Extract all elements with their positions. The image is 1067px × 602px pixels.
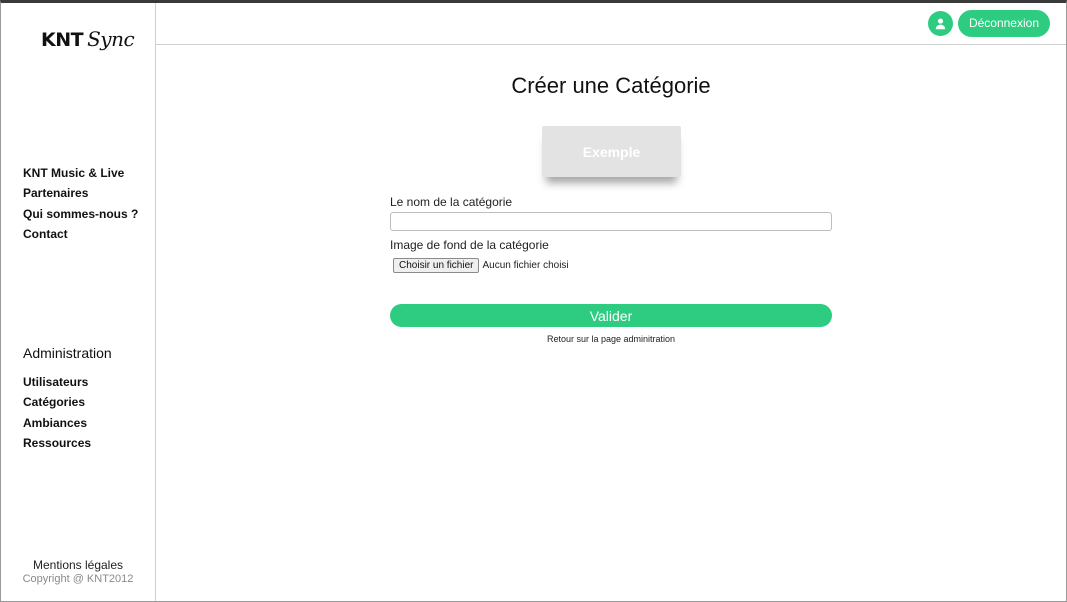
sidebar-footer: Mentions légales Copyright @ KNT2012: [1, 558, 155, 585]
copyright-text: Copyright @ KNT2012: [22, 573, 134, 585]
admin-nav: Utilisateurs Catégories Ambiances Ressou…: [23, 372, 91, 453]
category-image-label: Image de fond de la catégorie: [390, 238, 549, 252]
sidebar: KNT Sync KNT Music & Live Partenaires Qui…: [1, 3, 156, 601]
brand-script: Sync: [87, 27, 135, 51]
brand-name: KNT: [41, 29, 84, 51]
app-frame: KNT Sync KNT Music & Live Partenaires Qui…: [0, 0, 1067, 602]
nav-item-qui-sommes-nous[interactable]: Qui sommes-nous ?: [23, 204, 138, 224]
admin-item-ambiances[interactable]: Ambiances: [23, 413, 91, 433]
choose-file-button[interactable]: Choisir un fichier: [393, 258, 480, 273]
file-picker: Choisir un fichier Aucun fichier choisi: [393, 258, 569, 273]
user-silhouette-icon: [935, 18, 946, 30]
back-to-admin-link[interactable]: Retour sur la page adminitration: [156, 334, 1066, 344]
file-status-text: Aucun fichier choisi: [482, 260, 569, 271]
category-name-label: Le nom de la catégorie: [390, 195, 513, 209]
admin-item-ressources[interactable]: Ressources: [23, 433, 91, 453]
admin-section-title: Administration: [23, 345, 112, 361]
main-content: Créer une Catégorie Exemple Le nom de la…: [156, 45, 1066, 601]
nav-item-partenaires[interactable]: Partenaires: [23, 183, 138, 203]
admin-item-categories[interactable]: Catégories: [23, 392, 91, 412]
category-preview-card: Exemple: [542, 126, 681, 177]
brand-logo[interactable]: KNT Sync: [41, 27, 135, 51]
main-nav: KNT Music & Live Partenaires Qui sommes-…: [23, 163, 138, 244]
logout-button[interactable]: Déconnexion: [957, 10, 1050, 37]
admin-item-utilisateurs[interactable]: Utilisateurs: [23, 372, 91, 392]
nav-item-music-live[interactable]: KNT Music & Live: [23, 163, 138, 183]
page-title: Créer une Catégorie: [511, 73, 711, 98]
nav-item-contact[interactable]: Contact: [23, 224, 138, 244]
mentions-legales-link[interactable]: Mentions légales: [1, 558, 155, 572]
submit-button[interactable]: Valider: [390, 304, 832, 327]
user-icon[interactable]: [928, 11, 953, 36]
category-name-input[interactable]: [390, 212, 832, 231]
topbar: Déconnexion: [156, 3, 1066, 45]
